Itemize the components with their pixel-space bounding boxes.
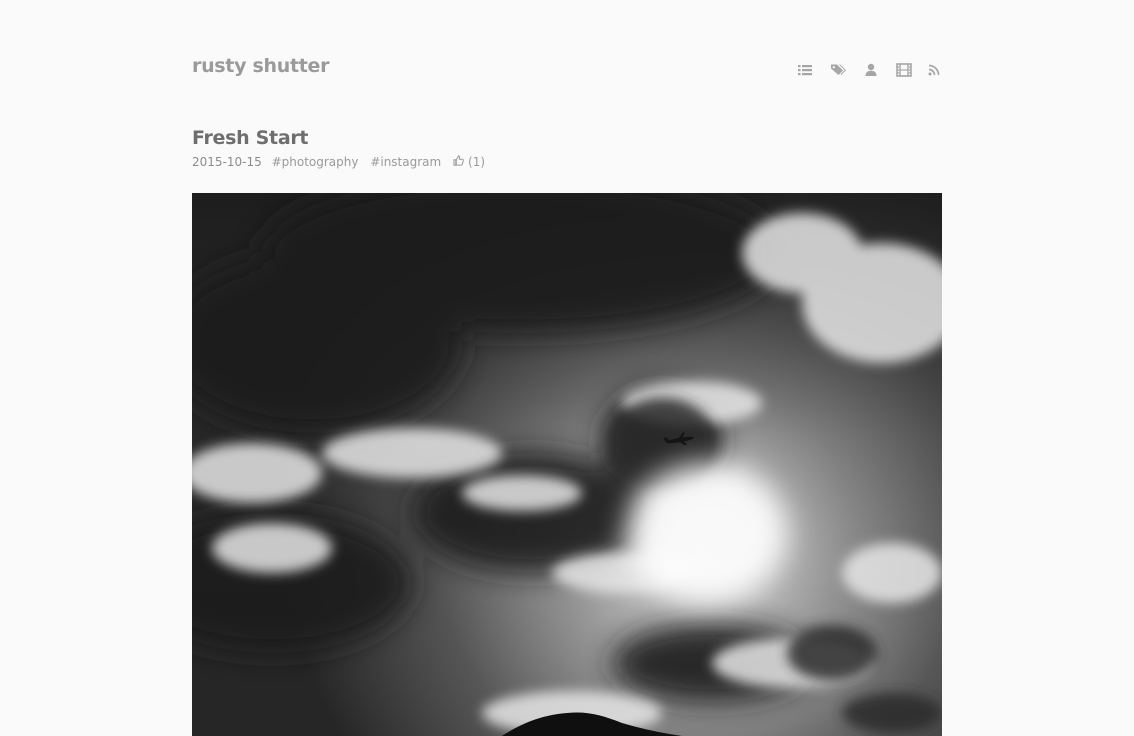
rss-icon[interactable] [926, 62, 942, 78]
site-header: rusty shutter [192, 55, 942, 85]
tag-photography-link[interactable]: #photography [272, 155, 359, 169]
site-title-link[interactable]: rusty shutter [192, 55, 329, 77]
user-icon[interactable] [863, 62, 879, 78]
thumbs-up-icon [453, 155, 464, 166]
post-meta: 2015-10-15 #photography #instagram (1) [192, 154, 485, 170]
list-icon[interactable] [797, 62, 813, 78]
film-icon[interactable] [896, 62, 912, 78]
post-date: 2015-10-15 [192, 154, 262, 169]
post-title: Fresh Start [192, 127, 309, 149]
tag-instagram-link[interactable]: #instagram [370, 155, 441, 169]
tags-icon[interactable] [830, 62, 846, 78]
like-button[interactable]: (1) [453, 154, 485, 169]
post-photo[interactable] [192, 193, 942, 736]
like-count: (1) [468, 154, 486, 169]
cloudy-sky-image [192, 193, 942, 736]
